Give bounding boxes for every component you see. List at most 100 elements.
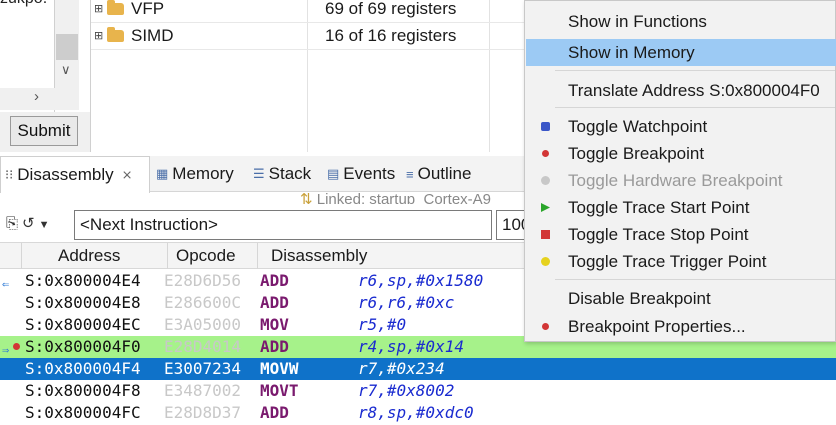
menu-item-label: Show in Memory [568, 43, 695, 62]
row-mnemonic: MOVW [260, 359, 299, 378]
register-group-count: 16 of 16 registers [325, 26, 457, 45]
hardware-breakpoint-icon [541, 176, 550, 185]
dropdown-arrow-icon[interactable]: ▼ [39, 219, 54, 231]
row-operands: r7,#0x234 [358, 359, 445, 378]
expand-icon[interactable]: ⊞ [94, 2, 103, 15]
events-icon: ▤ [327, 166, 340, 181]
row-opcode: E28D8D37 [164, 403, 242, 422]
linked-indicator: ⇅ Linked: startup_Cortex-A9 [300, 190, 491, 204]
scrollbar-thumb[interactable] [56, 34, 78, 60]
tab-outline[interactable]: ≡ Outline [406, 156, 471, 192]
row-address: S:0x800004FC [25, 403, 141, 422]
table-row[interactable]: S:0x800004F8 E3487002 MOVT r7,#0x8002 [0, 380, 836, 402]
registers-table: ⊞ VFP 69 of 69 registers ⊞ SIMD 16 of 16… [90, 0, 525, 152]
row-address: S:0x800004F4 [25, 359, 141, 378]
menu-item-label: Toggle Trace Trigger Point [568, 252, 767, 271]
row-opcode: E28D4014 [164, 337, 242, 356]
register-group-row[interactable]: ⊞ SIMD 16 of 16 registers [91, 24, 525, 50]
tab-label: Events [343, 164, 396, 183]
row-mnemonic: ADD [260, 403, 289, 422]
menu-item-label: Toggle Hardware Breakpoint [568, 171, 783, 190]
tab-events[interactable]: ▤ Events [327, 156, 395, 192]
row-opcode: E3A05000 [164, 315, 242, 334]
menu-item-label: Toggle Watchpoint [568, 117, 708, 136]
chevron-down-icon[interactable]: ∨ [61, 62, 71, 78]
menu-item-toggle-hardware-breakpoint: Toggle Hardware Breakpoint [526, 167, 836, 194]
row-address: S:0x800004EC [25, 315, 141, 334]
menu-separator [555, 107, 835, 108]
row-operands: r7,#0x8002 [358, 381, 455, 400]
history-icon[interactable]: ↺ [22, 215, 39, 232]
row-operands: r6,r6,#0xc [358, 293, 455, 312]
breakpoint-icon [542, 150, 549, 157]
vertical-scrollbar[interactable]: ∨ [55, 0, 79, 88]
menu-item-toggle-breakpoint[interactable]: Toggle Breakpoint [526, 140, 836, 167]
menu-item-label: Toggle Trace Stop Point [568, 225, 749, 244]
expand-icon[interactable]: ⊞ [94, 29, 103, 42]
table-row-selected[interactable]: S:0x800004F4 E3007234 MOVW r7,#0x234 [0, 358, 836, 380]
menu-item-toggle-trace-stop[interactable]: Toggle Trace Stop Point [526, 221, 836, 248]
disassembly-icon: ⁝⁝ [5, 167, 14, 182]
trace-trigger-icon [541, 257, 550, 266]
menu-item-disable-breakpoint[interactable]: Disable Breakpoint [526, 285, 836, 312]
menu-item-label: Toggle Breakpoint [568, 144, 705, 163]
menu-item-show-in-memory[interactable]: Show in Memory [526, 39, 836, 66]
column-header-address[interactable]: Address [22, 243, 168, 269]
navigation-input[interactable]: <Next Instruction> [74, 210, 492, 240]
register-group-count: 69 of 69 registers [325, 0, 457, 18]
stack-icon: ☰ [253, 166, 265, 181]
menu-item-label: Disable Breakpoint [568, 289, 711, 308]
breakpoint-icon[interactable] [13, 343, 20, 350]
menu-item-label: Breakpoint Properties... [568, 317, 746, 336]
row-mnemonic: ADD [260, 337, 289, 356]
column-header-opcode[interactable]: Opcode [168, 243, 258, 269]
folder-icon [107, 27, 124, 42]
trace-stop-icon [541, 230, 550, 239]
submit-button[interactable]: Submit [10, 116, 78, 146]
row-opcode: E28D6D56 [164, 271, 242, 290]
menu-item-breakpoint-properties[interactable]: Breakpoint Properties... [526, 313, 836, 340]
chevron-right-icon[interactable]: › [34, 88, 39, 105]
tab-label: Memory [172, 164, 234, 183]
menu-item-toggle-trace-start[interactable]: Toggle Trace Start Point [526, 194, 836, 221]
menu-separator [555, 70, 835, 71]
row-operands: r5,#0 [358, 315, 407, 334]
row-address: S:0x800004F0 [25, 337, 141, 356]
tab-disassembly[interactable]: ⁝⁝ Disassembly ⨯ [0, 156, 150, 193]
menu-item-translate-address[interactable]: Translate Address S:0x800004F0 [526, 77, 836, 104]
row-opcode: E3007234 [164, 359, 242, 378]
row-mnemonic: ADD [260, 293, 289, 312]
horizontal-scrollbar[interactable]: › [0, 88, 79, 110]
menu-item-toggle-watchpoint[interactable]: Toggle Watchpoint [526, 113, 836, 140]
register-group-row[interactable]: ⊞ VFP 69 of 69 registers [91, 0, 525, 23]
row-mnemonic: MOV [260, 315, 289, 334]
row-operands: r4,sp,#0x14 [358, 337, 464, 356]
toolbar-icons: ⎘↺▼ [6, 214, 53, 232]
memory-icon: ▦ [156, 166, 169, 181]
close-icon[interactable]: ⨯ [122, 167, 133, 183]
table-row[interactable]: S:0x800004FC E28D8D37 ADD r8,sp,#0xdc0 [0, 402, 836, 424]
goto-icon[interactable]: ⎘ [6, 215, 22, 232]
menu-item-show-in-functions[interactable]: Show in Functions [526, 8, 836, 35]
tab-label: Disassembly [17, 165, 114, 184]
folder-icon [107, 0, 124, 15]
link-icon: ⇅ [300, 191, 313, 204]
row-address: S:0x800004E8 [25, 293, 141, 312]
row-operands: r6,sp,#0x1580 [358, 271, 484, 290]
register-group-name: SIMD [131, 26, 174, 45]
tab-memory[interactable]: ▦ Memory [156, 156, 234, 192]
watchpoint-icon [541, 122, 550, 131]
outline-icon: ≡ [406, 166, 414, 182]
tab-label: Outline [417, 164, 472, 183]
trace-start-icon [541, 203, 550, 212]
menu-item-label: Show in Functions [568, 12, 707, 31]
row-mnemonic: ADD [260, 271, 289, 290]
row-opcode: E286600C [164, 293, 242, 312]
tab-stack[interactable]: ☰ Stack [253, 156, 311, 192]
row-operands: r8,sp,#0xdc0 [358, 403, 474, 422]
breakpoint-properties-icon [542, 323, 549, 330]
menu-item-label: Translate Address S:0x800004F0 [568, 81, 820, 100]
menu-item-toggle-trace-trigger[interactable]: Toggle Trace Trigger Point [526, 248, 836, 275]
menu-separator [555, 279, 835, 280]
context-menu: Show in Functions Show in Memory Transla… [524, 0, 836, 342]
